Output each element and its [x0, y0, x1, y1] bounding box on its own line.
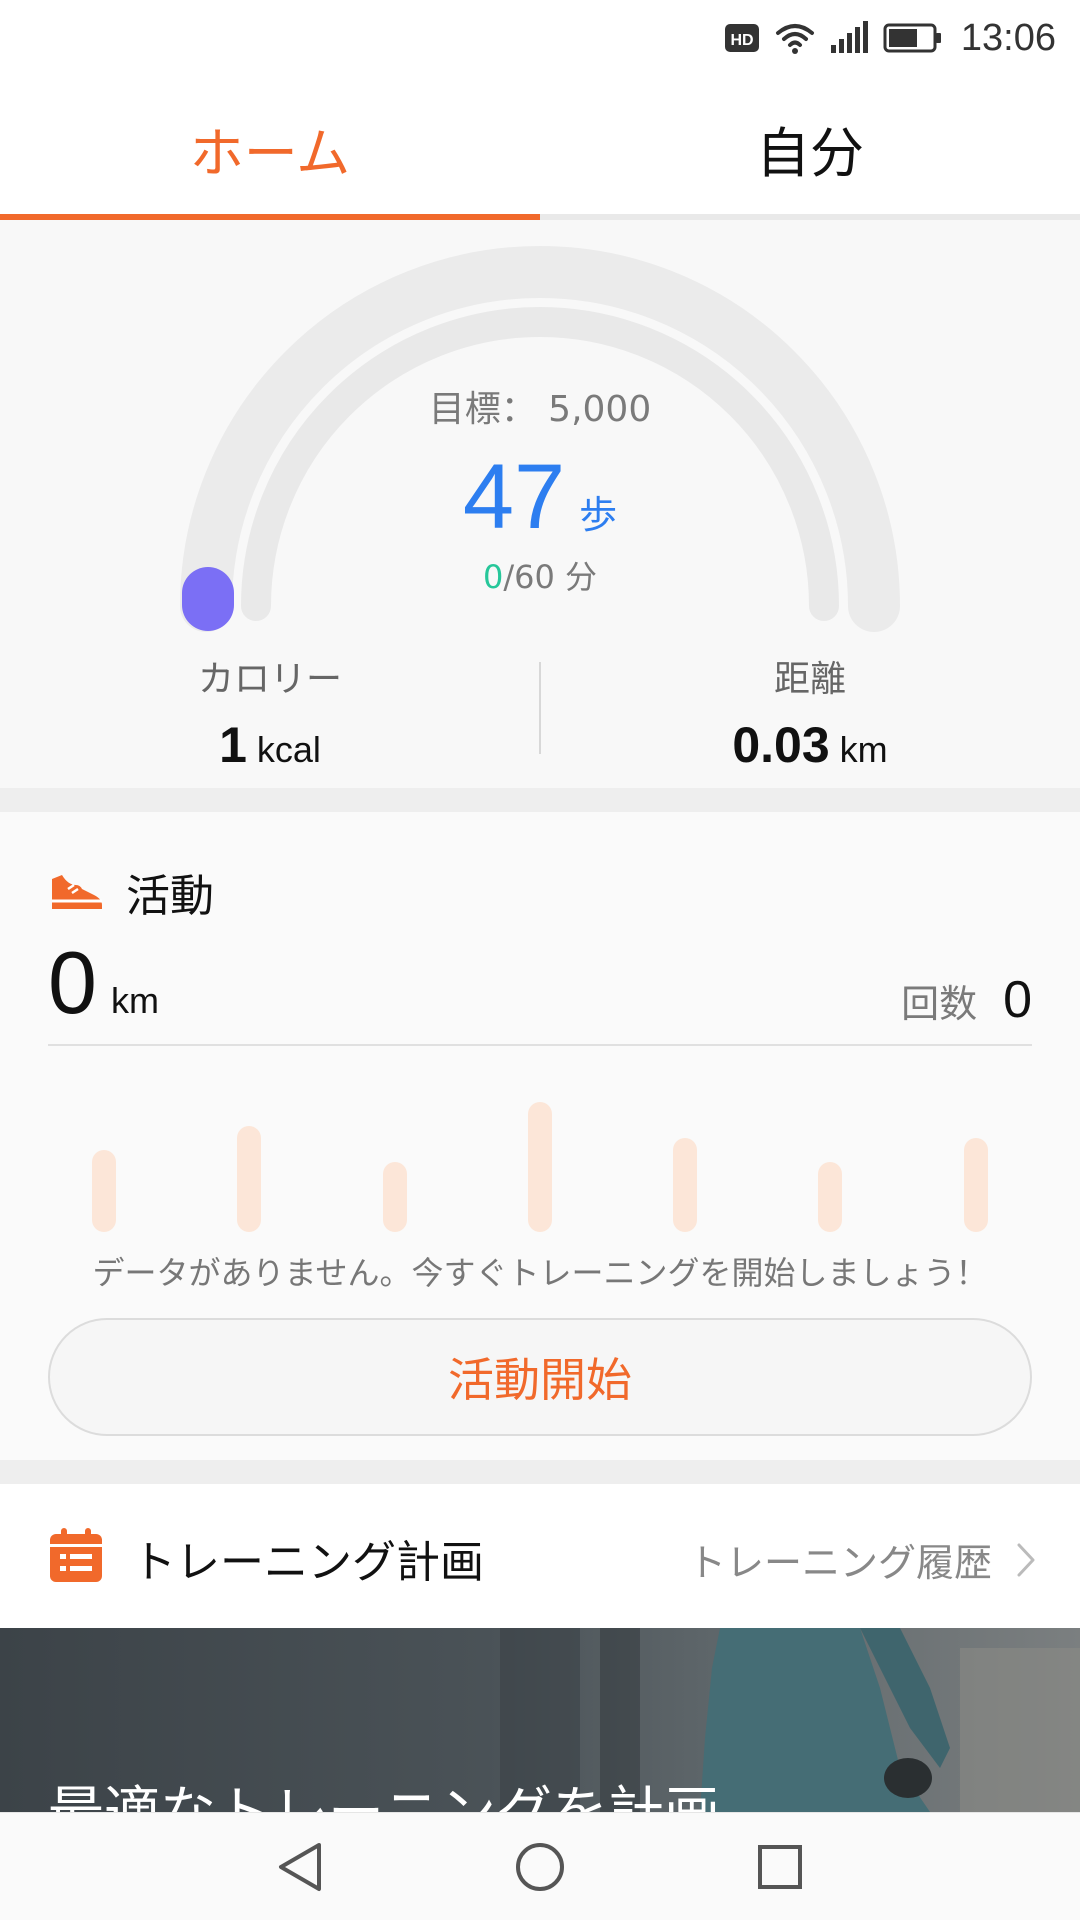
status-icons: HD 13:06 [724, 14, 1056, 62]
calendar-icon [50, 1528, 102, 1582]
activity-card: 活動 0 km 回数 0 データがありません。今すぐトレーニングを開始しましょう… [0, 812, 1080, 1460]
active-minutes-value: 0 [482, 558, 504, 596]
status-bar: HD 13:06 [0, 0, 1080, 76]
back-button[interactable] [270, 1837, 330, 1897]
svg-text:HD: HD [730, 32, 753, 49]
shoe-icon [52, 875, 102, 909]
tab-home[interactable]: ホーム [0, 76, 540, 220]
activity-distance-unit: km [110, 980, 159, 1021]
activity-title: 活動 [126, 871, 214, 922]
section-gap [0, 788, 1080, 812]
back-icon [279, 1843, 321, 1891]
activity-divider [48, 1044, 1032, 1046]
steps-count: 47 [462, 446, 566, 548]
signal-icon [830, 21, 868, 53]
distance-value: 0.03 [732, 717, 830, 773]
steps-goal: 目標： 5,000 [428, 389, 652, 430]
calories-unit: kcal [256, 729, 321, 770]
activity-distance-value: 0 [48, 933, 97, 1032]
activity-count-value: 0 [1003, 971, 1032, 1029]
recents-icon [758, 1845, 802, 1889]
distance-metric: 距離 0.03 km [540, 650, 1080, 774]
calories-metric: カロリー 1 kcal [0, 650, 540, 774]
steps-count-line: 47 歩 [0, 445, 1080, 550]
start-activity-button[interactable]: 活動開始 [48, 1318, 1032, 1436]
no-data-message: データがありません。今すぐトレーニングを開始しましょう！ [92, 1254, 988, 1292]
section-gap [0, 1460, 1080, 1484]
placeholder-bar [964, 1138, 988, 1232]
training-plan-row[interactable]: トレーニング計画 トレーニング履歴 [0, 1484, 1080, 1628]
distance-unit: km [839, 729, 888, 770]
activity-count: 回数 0 [901, 970, 1032, 1030]
active-minutes: 0/60 分 [0, 552, 1080, 598]
steps-unit: 歩 [579, 493, 618, 537]
placeholder-bar [383, 1162, 407, 1232]
placeholder-bar [528, 1102, 552, 1232]
home-button[interactable] [510, 1837, 570, 1897]
wifi-icon [775, 24, 814, 54]
placeholder-bar [92, 1150, 116, 1232]
placeholder-bar [237, 1126, 261, 1232]
activity-header: 活動 [50, 860, 214, 924]
recents-button[interactable] [750, 1837, 810, 1897]
steps-card[interactable]: 目標： 5,000 47 歩 0/60 分 カロリー 1 kcal 距離 0.0… [0, 220, 1080, 788]
chevron-right-icon [1017, 1543, 1035, 1576]
activity-placeholder-chart [92, 1102, 988, 1232]
home-icon [516, 1843, 564, 1891]
placeholder-bar [673, 1138, 697, 1232]
navigation-bar [0, 1812, 1080, 1920]
training-plan-title: トレーニング計画 [132, 1537, 484, 1588]
activity-distance: 0 km [48, 932, 159, 1034]
training-history-link[interactable]: トレーニング履歴 [688, 1532, 1036, 1587]
active-minutes-target: /60 分 [503, 558, 598, 596]
training-banner[interactable]: 最適なトレーニングを計画 [0, 1628, 1080, 1812]
battery-icon [883, 23, 941, 53]
banner-title: 最適なトレーニングを計画 [48, 1768, 720, 1812]
activity-count-label: 回数 [901, 982, 978, 1026]
tab-me[interactable]: 自分 [540, 76, 1080, 220]
tab-bar: ホーム 自分 [0, 76, 1080, 220]
clock: 13:06 [960, 16, 1056, 59]
calories-label: カロリー [197, 659, 342, 700]
hd-icon: HD [724, 24, 759, 52]
distance-label: 距離 [773, 659, 846, 700]
calories-value: 1 [219, 717, 247, 773]
training-history-label: トレーニング履歴 [687, 1541, 992, 1585]
placeholder-bar [818, 1162, 842, 1232]
